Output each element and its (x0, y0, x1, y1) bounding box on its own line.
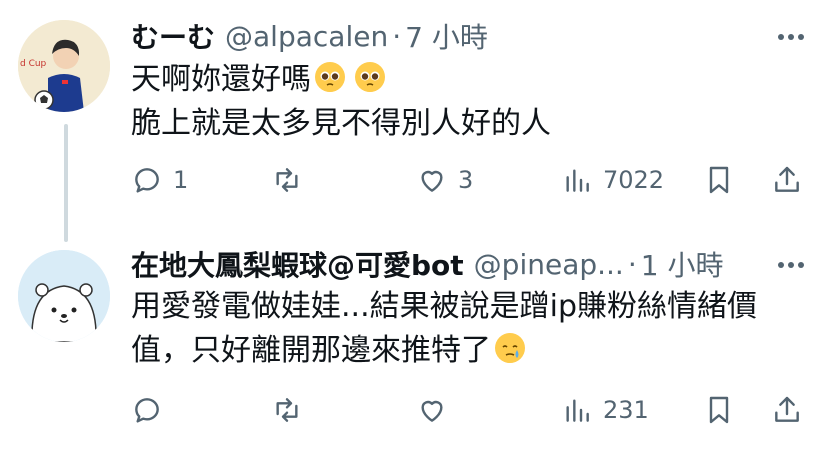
avatar-image: d Cup (18, 20, 110, 112)
heart-icon (421, 170, 443, 192)
bookmark-icon (709, 396, 729, 424)
tweet-text-line-2: 值，只好離開那邊來推特了 (131, 329, 811, 373)
tweet-actions: 1 3 7022 (131, 160, 811, 200)
reply-button[interactable]: 1 (131, 160, 188, 200)
retweet-icon (276, 168, 298, 192)
pleading-face-emoji (355, 62, 385, 92)
like-button[interactable] (416, 390, 458, 430)
share-button[interactable] (771, 390, 803, 430)
reply-icon (135, 168, 159, 193)
bookmark-icon (709, 166, 729, 194)
views-button[interactable]: 231 (561, 390, 649, 430)
tweet-text: 用愛發電做娃娃...結果被說是蹭ip賺粉絲情緒價 值，只好離開那邊來推特了 (131, 285, 811, 373)
separator-dot: · (392, 19, 402, 53)
view-count: 7022 (603, 166, 665, 194)
tweet-text-line-1: 用愛發電做娃娃...結果被說是蹭ip賺粉絲情緒價 (131, 289, 757, 324)
author-handle[interactable]: @pineap... (474, 248, 624, 281)
bookmark-button[interactable] (703, 390, 735, 430)
timestamp[interactable]: 7 小時 (405, 16, 488, 56)
like-count: 3 (458, 166, 474, 194)
heart-icon (421, 400, 443, 422)
more-icon (778, 34, 804, 40)
author-name[interactable]: むーむ (131, 16, 215, 56)
text-segment: 天啊妳還好嗎 (131, 62, 311, 97)
retweet-button[interactable] (271, 390, 313, 430)
author-name[interactable]: 在地大鳳梨蝦球@可愛bot (131, 244, 464, 284)
tweet-header: 在地大鳳梨蝦球@可愛bot @pineap... · 1 小時 (131, 244, 724, 284)
analytics-icon (566, 399, 589, 422)
bookmark-button[interactable] (703, 160, 735, 200)
tweet-1[interactable]: d Cup むーむ @alpacalen · 7 小時 天啊妳還好嗎 脆上就是太… (0, 0, 828, 228)
text-segment: 值，只好離開那邊來推特了 (131, 333, 491, 368)
tweet-text: 天啊妳還好嗎 脆上就是太多見不得別人好的人 (131, 58, 551, 146)
share-icon (775, 396, 799, 422)
like-button[interactable]: 3 (416, 160, 473, 200)
bear-avatar-image (18, 250, 110, 342)
separator-dot: · (627, 247, 637, 281)
reply-icon (135, 398, 159, 423)
avatar[interactable]: d Cup (18, 20, 110, 112)
timestamp[interactable]: 1 小時 (641, 244, 724, 284)
more-icon (778, 262, 804, 268)
tweet-text-line-2: 脆上就是太多見不得別人好的人 (131, 106, 551, 141)
svg-text:d Cup: d Cup (20, 59, 47, 69)
retweet-icon (276, 398, 298, 422)
tweet-header: むーむ @alpacalen · 7 小時 (131, 16, 488, 56)
pleading-face-emoji (315, 62, 345, 92)
views-button[interactable]: 7022 (561, 160, 664, 200)
avatar[interactable] (18, 250, 110, 342)
reply-count: 1 (173, 166, 189, 194)
analytics-icon (566, 169, 589, 192)
more-options-button[interactable] (776, 22, 806, 52)
view-count: 231 (603, 396, 649, 424)
tweet-actions: 231 (131, 390, 811, 430)
face-holding-back-tears-emoji (495, 333, 525, 363)
tweet-text-line-1: 天啊妳還好嗎 (131, 58, 551, 102)
reply-button[interactable] (131, 390, 173, 430)
retweet-button[interactable] (271, 160, 313, 200)
author-handle[interactable]: @alpacalen (225, 20, 388, 53)
share-icon (775, 166, 799, 192)
more-options-button[interactable] (776, 250, 806, 280)
share-button[interactable] (771, 160, 803, 200)
